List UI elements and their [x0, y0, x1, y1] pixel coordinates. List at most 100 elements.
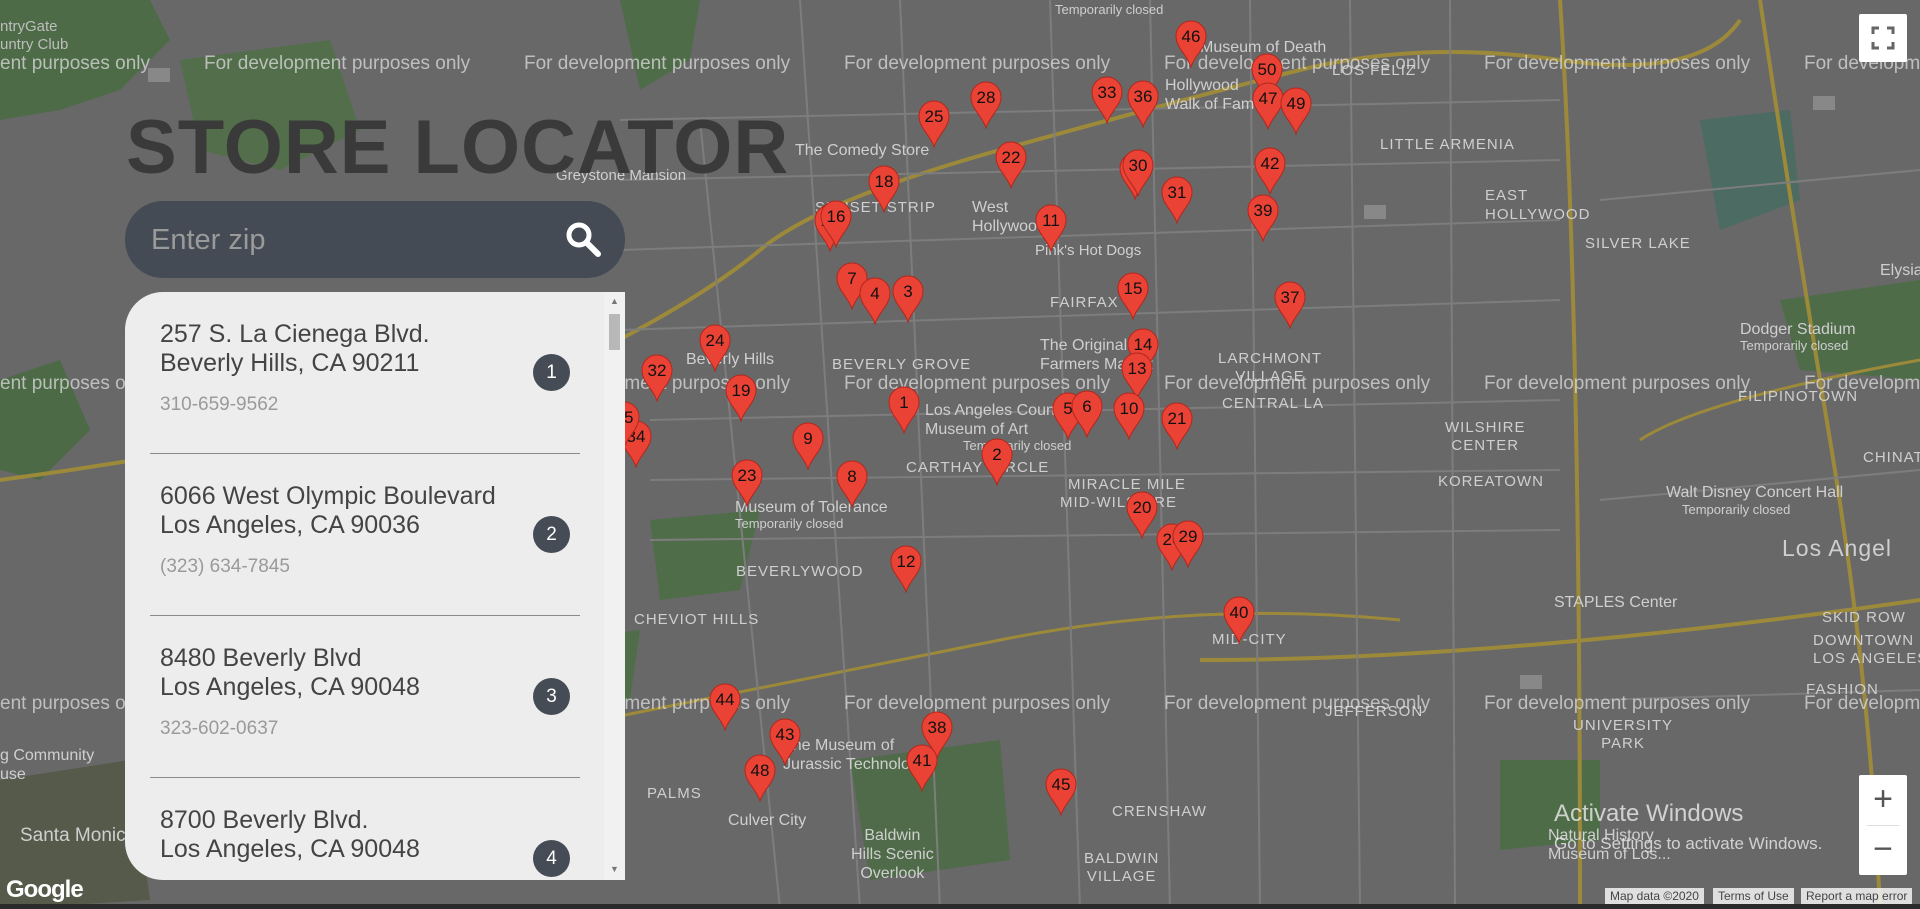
store-marker[interactable]: 32 — [640, 354, 674, 402]
store-phone: (323) 634-7845 — [160, 556, 290, 577]
zoom-in-button[interactable]: + — [1859, 775, 1907, 825]
label-disney: Walt Disney Concert Hall — [1666, 484, 1844, 501]
scroll-thumb[interactable] — [609, 314, 620, 350]
store-marker[interactable]: 36 — [1126, 80, 1160, 128]
store-marker[interactable]: 40 — [1222, 596, 1256, 644]
scroll-up-arrow-icon[interactable]: ▲ — [610, 296, 619, 306]
store-marker[interactable]: 15 — [1116, 272, 1150, 320]
fullscreen-button[interactable] — [1859, 14, 1907, 62]
store-address-line1: 8480 Beverly Blvd — [160, 644, 362, 672]
terms-link[interactable]: Terms of Use — [1713, 888, 1794, 904]
store-marker[interactable]: 3 — [891, 275, 925, 323]
scroll-down-arrow-icon[interactable]: ▼ — [610, 864, 619, 874]
label-baldwin-village: BALDWIN VILLAGE — [1084, 850, 1160, 885]
label-silver-lake: SILVER LAKE — [1585, 235, 1691, 252]
label-chinatown: CHINAT — [1863, 449, 1920, 466]
store-marker[interactable]: 29 — [1171, 520, 1205, 568]
store-marker[interactable]: 21 — [1160, 402, 1194, 450]
store-marker[interactable]: 30 — [1121, 149, 1155, 197]
marker-label: 11 — [1042, 211, 1060, 230]
google-logo[interactable]: Google — [6, 876, 84, 904]
label-santa-monica: Santa Monic — [20, 825, 126, 846]
label-cheviot: CHEVIOT HILLS — [634, 611, 760, 628]
label-los-angeles: Los Angel — [1782, 535, 1893, 561]
zoom-out-button[interactable]: − — [1859, 825, 1907, 875]
store-marker[interactable]: 41 — [905, 744, 939, 792]
marker-label: 25 — [924, 107, 944, 126]
page-title: STORE LOCATOR — [126, 105, 790, 190]
store-marker[interactable]: 45 — [1044, 768, 1078, 816]
store-marker[interactable]: 10 — [1112, 392, 1146, 440]
search-icon[interactable] — [563, 219, 603, 259]
store-marker[interactable]: 49 — [1279, 87, 1313, 135]
store-marker[interactable]: 2 — [980, 438, 1014, 486]
store-list-panel[interactable]: 257 S. La Cienega Blvd. Beverly Hills, C… — [125, 292, 625, 880]
store-number-badge: 1 — [533, 354, 570, 391]
store-marker[interactable]: 11 — [1034, 204, 1068, 252]
store-marker[interactable]: 12 — [889, 545, 923, 593]
report-error-link[interactable]: Report a map error — [1801, 888, 1913, 904]
store-marker[interactable]: 18 — [867, 165, 901, 213]
store-marker[interactable]: 31 — [1160, 176, 1194, 224]
label-dodger: Dodger Stadium — [1740, 321, 1856, 338]
marker-label: 24 — [705, 331, 725, 350]
store-address-line2: Beverly Hills, CA 90211 — [160, 349, 420, 377]
store-marker[interactable]: 9 — [791, 422, 825, 470]
store-marker[interactable]: 8 — [835, 460, 869, 508]
watermark-text: For development purposes only — [1164, 373, 1431, 394]
marker-label: 37 — [1280, 288, 1300, 307]
store-phone: 323-602-0637 — [160, 718, 279, 739]
store-marker[interactable]: 33 — [1090, 76, 1124, 124]
store-marker[interactable]: 6 — [1070, 390, 1104, 438]
store-marker[interactable]: 20 — [1125, 491, 1159, 539]
label-lacma: Los Angeles County Museum of Art — [925, 402, 1068, 438]
store-marker[interactable]: 39 — [1246, 194, 1280, 242]
label-east-hollywood: EAST HOLLYWOOD — [1485, 187, 1591, 223]
marker-label: 39 — [1253, 201, 1273, 220]
watermark-text: For development purposes only — [1484, 53, 1751, 74]
zip-search-input[interactable] — [149, 215, 533, 265]
marker-label: 33 — [1097, 83, 1117, 102]
divider — [150, 777, 580, 778]
watermark-text: For development purposes only — [1164, 53, 1431, 74]
store-marker[interactable]: 28 — [969, 81, 1003, 129]
store-marker[interactable]: 16 — [819, 200, 853, 248]
store-marker[interactable]: 46 — [1174, 20, 1208, 68]
store-marker[interactable]: 37 — [1273, 281, 1307, 329]
label-culver: Culver City — [728, 812, 807, 829]
watermark-text: For development purposes only — [524, 53, 791, 74]
label-mid-wilshire: MID-WILSHIRE — [1060, 494, 1177, 511]
marker-label: 29 — [1178, 527, 1198, 546]
label-country-club: ntryGate untry Club — [0, 18, 69, 53]
list-scrollbar[interactable]: ▲ ▼ — [604, 292, 625, 880]
marker-label: 48 — [750, 761, 770, 780]
label-little-armenia: LITTLE ARMENIA — [1380, 136, 1515, 153]
store-marker[interactable]: 1 — [887, 386, 921, 434]
store-marker[interactable]: 23 — [730, 459, 764, 507]
store-address-line2: Los Angeles, CA 90036 — [160, 511, 420, 539]
store-marker[interactable]: 48 — [743, 754, 777, 802]
store-marker[interactable]: 4 — [858, 277, 892, 325]
store-marker[interactable]: 44 — [708, 683, 742, 731]
marker-label: 10 — [1119, 399, 1139, 418]
marker-label: 36 — [1133, 87, 1153, 106]
watermark-text: For development purposes only — [1484, 373, 1751, 394]
store-address-line2: Los Angeles, CA 90048 — [160, 835, 420, 863]
label-downtown: DOWNTOWN LOS ANGELES — [1813, 632, 1920, 667]
label-palms: PALMS — [647, 785, 702, 802]
store-marker[interactable]: 42 — [1253, 147, 1287, 195]
store-marker[interactable]: 24 — [698, 324, 732, 372]
divider — [150, 453, 580, 454]
activate-title: Activate Windows — [1554, 800, 1744, 827]
store-marker[interactable]: 25 — [917, 100, 951, 148]
store-marker[interactable]: 19 — [724, 374, 758, 422]
label-staples: STAPLES Center — [1554, 594, 1678, 611]
label-wilshire-center: WILSHIRE CENTER — [1445, 419, 1526, 454]
label-beverly-grove: BEVERLY GROVE — [832, 356, 972, 373]
map-data-attribution: Map data ©2020 — [1605, 888, 1704, 904]
store-marker[interactable]: 22 — [994, 141, 1028, 189]
label-koreatown: KOREATOWN — [1438, 473, 1544, 490]
label-temp-closed-3: Temporarily closed — [735, 516, 844, 531]
label-hollywood: Hollywood Walk of Fame — [1165, 77, 1264, 113]
label-comedy-store: The Comedy Store — [795, 142, 930, 159]
